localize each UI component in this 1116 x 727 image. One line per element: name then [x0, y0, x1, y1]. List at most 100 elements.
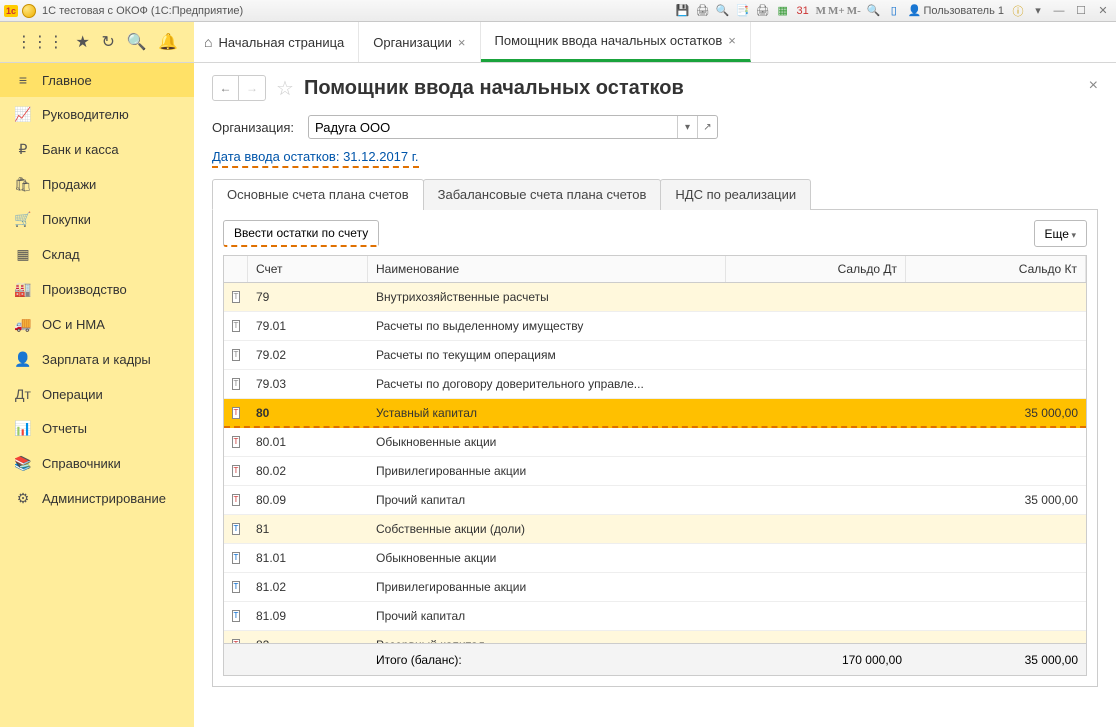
sidebar-icon: ⚙ [14, 490, 32, 507]
dropdown-icon[interactable] [22, 4, 36, 18]
memory-icons[interactable]: MM+M- [815, 5, 862, 17]
history-icon[interactable]: ↻ [102, 32, 115, 52]
table-row[interactable]: Т79.02Расчеты по текущим операциям [224, 341, 1086, 370]
sidebar-item-производство[interactable]: 🏭Производство [0, 272, 194, 307]
calendar-icon[interactable]: 31 [795, 3, 811, 19]
enter-balances-button[interactable]: Ввести остатки по счету [223, 220, 379, 247]
compare-icon[interactable]: 📑 [735, 3, 751, 19]
table-row[interactable]: Т79Внутрихозяйственные расчеты [224, 283, 1086, 312]
sidebar-item-покупки[interactable]: 🛒Покупки [0, 202, 194, 237]
panel-icon[interactable]: ▯ [886, 3, 902, 19]
tabs-host: ⌂Начальная страницаОрганизации×Помощник … [194, 22, 1116, 62]
print2-icon[interactable]: 🖨 [755, 3, 771, 19]
sidebar-item-продажи[interactable]: 🛍Продажи [0, 167, 194, 202]
save-icon[interactable]: 💾 [675, 3, 691, 19]
tab-close-icon[interactable]: × [728, 33, 736, 48]
tab-помощник-ввода-начальных-остатков[interactable]: Помощник ввода начальных остатков× [481, 22, 751, 62]
print-icon[interactable]: 🖨 [695, 3, 711, 19]
subtab-0[interactable]: Основные счета плана счетов [212, 179, 424, 210]
table-row[interactable]: Т81.09Прочий капитал [224, 602, 1086, 631]
org-input-wrap: ▾ ↗ [308, 115, 718, 139]
more-button[interactable]: Еще [1034, 220, 1087, 247]
table-row[interactable]: Т80.02Привилегированные акции [224, 457, 1086, 486]
nav-buttons: ← → [212, 75, 266, 101]
footer-kt: 35 000,00 [910, 653, 1086, 667]
cell-account: 79 [248, 290, 368, 304]
close-button[interactable]: ✕ [1094, 4, 1112, 17]
forward-button[interactable]: → [239, 76, 265, 100]
sidebar-item-банк-и-касса[interactable]: ₽Банк и касса [0, 132, 194, 167]
page-title: Помощник ввода начальных остатков [304, 77, 684, 100]
account-type-icon: Т [232, 291, 240, 303]
dropdown2-icon[interactable]: ▾ [1030, 3, 1046, 19]
tab-close-icon[interactable]: × [458, 35, 466, 50]
col-saldo-dt[interactable]: Сальдо Дт [726, 256, 906, 282]
cell-name: Привилегированные акции [368, 580, 730, 594]
col-name[interactable]: Наименование [368, 256, 726, 282]
back-button[interactable]: ← [213, 76, 239, 100]
bell-icon[interactable]: 🔔 [158, 32, 178, 52]
org-dropdown-button[interactable]: ▾ [677, 116, 697, 138]
search-icon[interactable]: 🔍 [127, 32, 147, 52]
table-row[interactable]: Т82Резервный капитал [224, 631, 1086, 643]
star-icon[interactable]: ★ [76, 32, 90, 52]
sidebar-item-операции[interactable]: ДтОперации [0, 377, 194, 411]
col-account[interactable]: Счет [248, 256, 368, 282]
apps-icon[interactable]: ⋮⋮⋮ [16, 32, 64, 52]
subtab-2[interactable]: НДС по реализации [660, 179, 811, 210]
table-row[interactable]: Т80.09Прочий капитал35 000,00 [224, 486, 1086, 515]
sidebar-item-администрирование[interactable]: ⚙Администрирование [0, 481, 194, 516]
preview-icon[interactable]: 🔍 [715, 3, 731, 19]
tab-организации[interactable]: Организации× [359, 22, 480, 62]
sidebar-item-ос-и-нма[interactable]: 🚚ОС и НМА [0, 307, 194, 342]
maximize-button[interactable]: ☐ [1072, 4, 1090, 17]
sidebar-icon: 📊 [14, 420, 32, 437]
cell-name: Резервный капитал [368, 638, 730, 643]
cell-account: 81.01 [248, 551, 368, 565]
grid-header: Счет Наименование Сальдо Дт Сальдо Кт [224, 256, 1086, 283]
calc-icon[interactable]: ▦ [775, 3, 791, 19]
table-row[interactable]: Т81.01Обыкновенные акции [224, 544, 1086, 573]
info-icon[interactable]: ⓘ [1010, 3, 1026, 19]
favorite-icon[interactable]: ☆ [276, 76, 294, 101]
sidebar-item-отчеты[interactable]: 📊 Отчеты [0, 411, 194, 446]
sidebar-label: Главное [42, 73, 92, 88]
table-row[interactable]: Т81Собственные акции (доли) [224, 515, 1086, 544]
cell-account: 82 [248, 638, 368, 643]
grid-panel: Ввести остатки по счету Еще Счет Наимено… [212, 210, 1098, 687]
org-open-button[interactable]: ↗ [697, 116, 717, 138]
footer-label: Итого (баланс): [368, 653, 730, 667]
sidebar-label: Отчеты [42, 421, 87, 436]
table-row[interactable]: Т80.01Обыкновенные акции [224, 428, 1086, 457]
date-link[interactable]: Дата ввода остатков: 31.12.2017 г. [212, 149, 419, 168]
close-page-button[interactable]: × [1089, 77, 1098, 95]
table-row[interactable]: Т79.01Расчеты по выделенному имуществу [224, 312, 1086, 341]
table-row[interactable]: Т79.03Расчеты по договору доверительного… [224, 370, 1086, 399]
zoom-icon[interactable]: 🔍 [866, 3, 882, 19]
cell-name: Расчеты по выделенному имуществу [368, 319, 730, 333]
sidebar-icon: 🏭 [14, 281, 32, 298]
subtab-1[interactable]: Забалансовые счета плана счетов [423, 179, 662, 210]
table-row[interactable]: Т81.02Привилегированные акции [224, 573, 1086, 602]
sidebar-item-справочники[interactable]: 📚Справочники [0, 446, 194, 481]
sidebar-item-руководителю[interactable]: 📈Руководителю [0, 97, 194, 132]
titlebar: 1c 1С тестовая с ОКОФ (1С:Предприятие) 💾… [0, 0, 1116, 22]
sidebar-item-главное[interactable]: ≡Главное [0, 63, 194, 97]
col-saldo-kt[interactable]: Сальдо Кт [906, 256, 1086, 282]
tab-начальная-страница[interactable]: ⌂Начальная страница [194, 22, 359, 62]
sidebar-item-склад[interactable]: ▦Склад [0, 237, 194, 272]
sidebar-icon: 📈 [14, 106, 32, 123]
minimize-button[interactable]: — [1050, 5, 1068, 17]
sidebar-icon: 🚚 [14, 316, 32, 333]
table-row[interactable]: Т80Уставный капитал35 000,00 [224, 399, 1086, 428]
org-input[interactable] [309, 116, 677, 138]
sidebar-label: Операции [42, 387, 103, 402]
home-icon: ⌂ [204, 34, 212, 50]
user-menu[interactable]: 👤 Пользователь 1 [906, 4, 1006, 17]
sidebar-item-зарплата-и-кадры[interactable]: 👤Зарплата и кадры [0, 342, 194, 377]
cell-account: 79.01 [248, 319, 368, 333]
cell-account: 81.02 [248, 580, 368, 594]
account-type-icon: Т [232, 436, 240, 448]
grid-body[interactable]: Т79Внутрихозяйственные расчетыТ79.01Расч… [224, 283, 1086, 643]
sidebar-icon: ▦ [14, 246, 32, 263]
